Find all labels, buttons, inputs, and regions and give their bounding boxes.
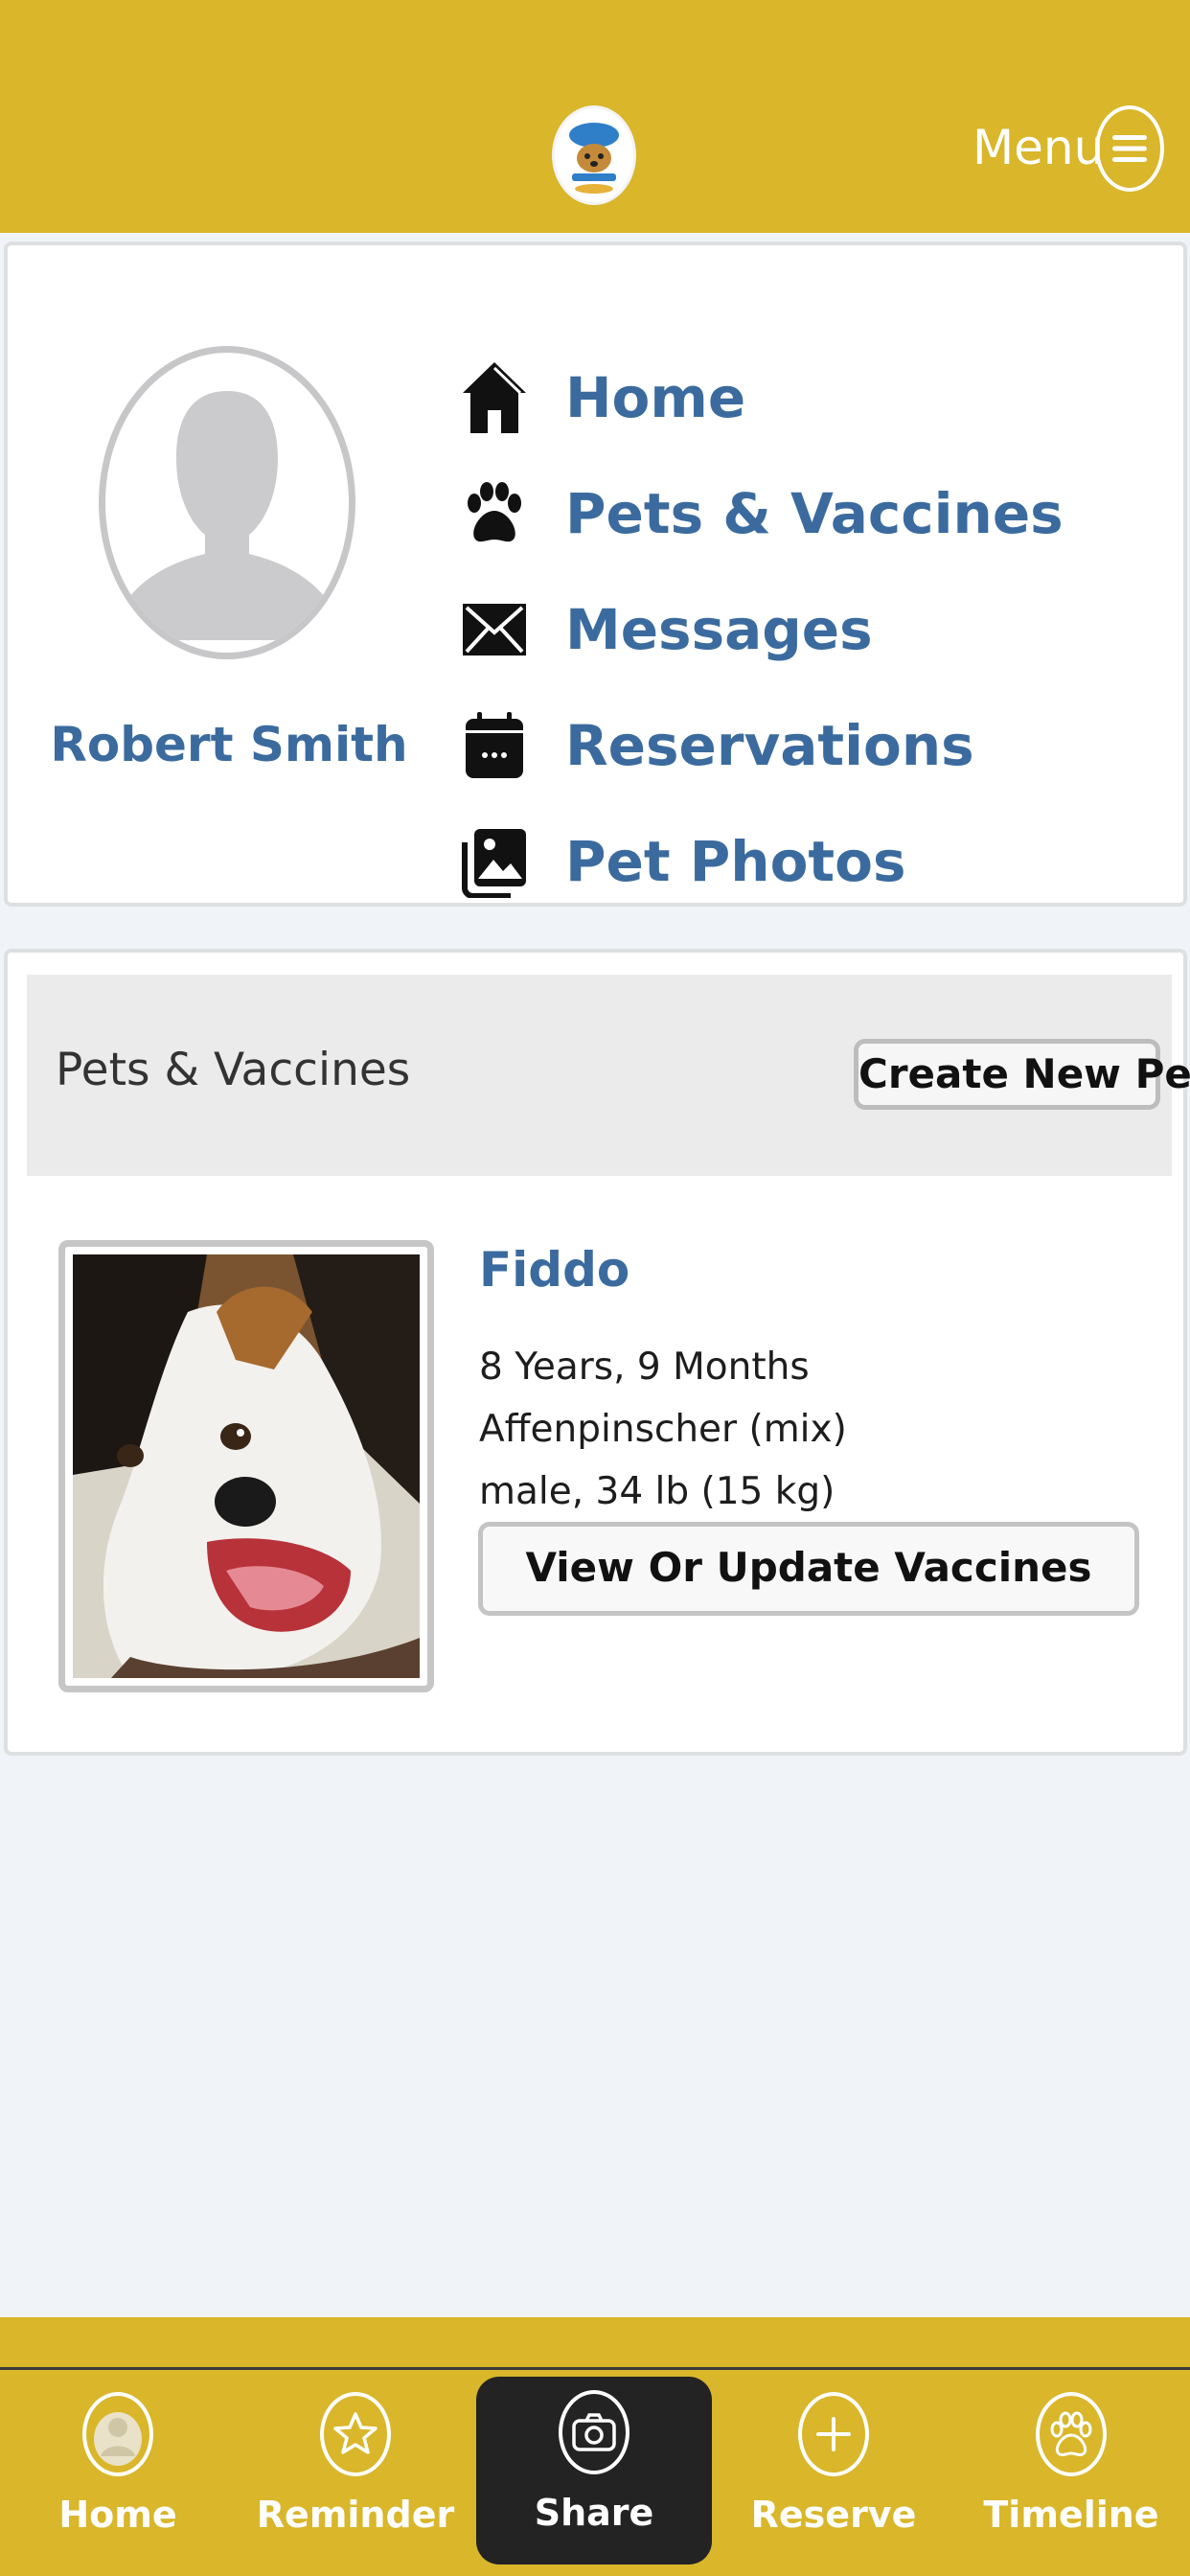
nav-pets-vaccines-label: Pets & Vaccines bbox=[565, 481, 1064, 546]
pet-sex-weight: male, 34 lb (15 kg) bbox=[479, 1470, 835, 1513]
photos-icon bbox=[460, 823, 529, 900]
pet-age: 8 Years, 9 Months bbox=[479, 1346, 810, 1389]
dog-photo-image bbox=[73, 1254, 420, 1678]
house-icon bbox=[460, 359, 529, 436]
plus-icon bbox=[798, 2392, 869, 2476]
app-header: Menu bbox=[0, 0, 1190, 233]
user-name: Robert Smith bbox=[50, 717, 408, 772]
nav-reservations[interactable]: Reservations bbox=[460, 702, 974, 789]
profile-card: Robert Smith Home Pets & Vaccines Messag… bbox=[4, 242, 1187, 907]
person-icon bbox=[82, 2392, 153, 2476]
nav-pet-photos-label: Pet Photos bbox=[565, 829, 906, 894]
pets-card: Pets & Vaccines Create New Pet Fiddo 8 Y bbox=[4, 949, 1190, 1756]
pet-photo[interactable] bbox=[58, 1240, 434, 1692]
paw-icon bbox=[460, 475, 529, 552]
tab-reserve[interactable]: Reserve bbox=[719, 2392, 949, 2564]
view-update-vaccines-button[interactable]: View Or Update Vaccines bbox=[478, 1522, 1139, 1616]
nav-messages[interactable]: Messages bbox=[460, 586, 873, 673]
tab-timeline-label: Timeline bbox=[983, 2494, 1159, 2536]
section-title: Pets & Vaccines bbox=[56, 1044, 411, 1096]
bottom-tab-bar: Home Reminder Share Reserve Timeline bbox=[0, 2317, 1190, 2576]
nav-messages-label: Messages bbox=[565, 597, 873, 662]
nav-home[interactable]: Home bbox=[460, 355, 745, 441]
nav-home-label: Home bbox=[565, 365, 746, 430]
tab-reserve-label: Reserve bbox=[750, 2494, 917, 2536]
tab-home[interactable]: Home bbox=[3, 2392, 233, 2564]
calendar-icon bbox=[460, 707, 529, 784]
paw-icon bbox=[1036, 2392, 1107, 2476]
tab-reminder[interactable]: Reminder bbox=[240, 2392, 470, 2564]
envelope-icon bbox=[460, 591, 529, 668]
tab-share[interactable]: Share bbox=[476, 2377, 712, 2564]
hamburger-icon[interactable] bbox=[1095, 105, 1164, 192]
nav-pets-vaccines[interactable]: Pets & Vaccines bbox=[460, 471, 1064, 557]
pet-name[interactable]: Fiddo bbox=[479, 1242, 629, 1298]
tabbar-divider bbox=[0, 2367, 1190, 2370]
tab-share-label: Share bbox=[534, 2492, 654, 2534]
pets-section-header: Pets & Vaccines Create New Pet bbox=[27, 975, 1190, 1176]
star-icon bbox=[320, 2392, 391, 2476]
tab-home-label: Home bbox=[58, 2494, 177, 2536]
dog-logo-icon[interactable] bbox=[552, 105, 636, 205]
person-silhouette-icon[interactable] bbox=[99, 346, 355, 659]
pet-breed: Affenpinscher (mix) bbox=[479, 1408, 847, 1451]
menu-label[interactable]: Menu bbox=[973, 119, 1104, 176]
camera-icon bbox=[559, 2390, 629, 2474]
nav-reservations-label: Reservations bbox=[565, 713, 974, 778]
nav-pet-photos[interactable]: Pet Photos bbox=[460, 818, 906, 905]
tab-reminder-label: Reminder bbox=[256, 2494, 455, 2536]
tab-timeline[interactable]: Timeline bbox=[956, 2392, 1186, 2564]
create-new-pet-button[interactable]: Create New Pet bbox=[854, 1039, 1190, 1110]
